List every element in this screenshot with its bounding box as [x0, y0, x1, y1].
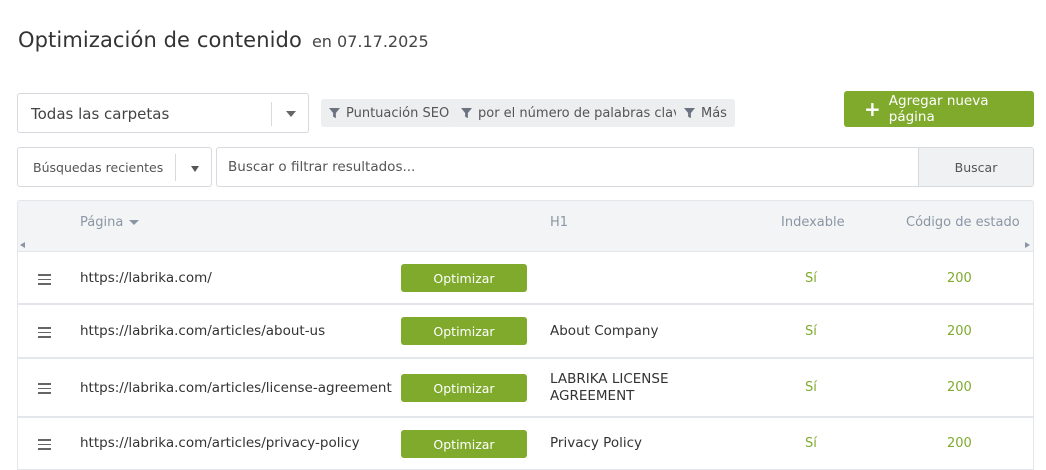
- plus-icon: +: [864, 97, 881, 121]
- folder-select-value: Todas las carpetas: [31, 105, 170, 123]
- row-url[interactable]: https://labrika.com/articles/license-agr…: [80, 380, 392, 396]
- add-page-label: Agregar nueva página: [888, 93, 989, 125]
- row-h1: LABRIKA LICENSE AGREEMENT: [550, 371, 669, 404]
- recent-searches-select[interactable]: Búsquedas recientes: [17, 147, 212, 187]
- filter-icon: [461, 107, 472, 118]
- chevron-down-icon[interactable]: [191, 166, 199, 172]
- search-button[interactable]: Buscar: [918, 148, 1033, 186]
- filter-keyword-count[interactable]: por el número de palabras clave: [453, 99, 697, 127]
- drag-handle-icon[interactable]: [38, 439, 51, 453]
- sort-desc-icon[interactable]: [129, 220, 140, 225]
- add-page-button[interactable]: + Agregar nueva página: [844, 91, 1034, 127]
- row-status-code: 200: [947, 324, 972, 339]
- row-url[interactable]: https://labrika.com/articles/privacy-pol…: [80, 435, 360, 451]
- filter-icon: [684, 107, 695, 118]
- table-row: https://labrika.com/articles/about-us Op…: [17, 304, 1034, 358]
- select-divider: [271, 102, 272, 126]
- filter-more[interactable]: Más: [676, 99, 735, 127]
- filter-seo-score-label: Puntuación SEO: [346, 105, 450, 121]
- page-title: Optimización de contenido: [18, 28, 302, 52]
- filter-more-label: Más: [701, 105, 727, 121]
- recent-searches-label: Búsquedas recientes: [33, 160, 164, 175]
- row-status-code: 200: [947, 436, 972, 451]
- row-status-code: 200: [947, 271, 972, 286]
- optimize-button[interactable]: Optimizar: [401, 264, 527, 292]
- row-indexable: Sí: [805, 380, 817, 395]
- drag-handle-icon[interactable]: [38, 383, 51, 397]
- row-status-code: 200: [947, 380, 972, 395]
- filter-seo-score[interactable]: Puntuación SEO: [321, 99, 458, 127]
- optimize-button[interactable]: Optimizar: [401, 374, 527, 402]
- scroll-left-icon[interactable]: [20, 242, 25, 248]
- column-header-page-label: Página: [80, 215, 124, 230]
- table-row: https://labrika.com/articles/privacy-pol…: [17, 417, 1034, 470]
- row-indexable: Sí: [805, 271, 817, 286]
- row-h1: About Company: [550, 323, 659, 339]
- column-header-page[interactable]: Página: [80, 215, 140, 230]
- report-date: en 07.17.2025: [311, 32, 429, 51]
- optimize-button[interactable]: Optimizar: [401, 430, 527, 458]
- table-row: https://labrika.com/ Optimizar Sí 200: [17, 251, 1034, 304]
- filter-icon: [329, 107, 340, 118]
- drag-handle-icon[interactable]: [38, 274, 51, 288]
- optimize-button[interactable]: Optimizar: [401, 317, 527, 345]
- filter-keyword-count-label: por el número de palabras clave: [478, 105, 689, 121]
- search-input[interactable]: [217, 148, 919, 186]
- search-bar: Buscar: [216, 147, 1034, 187]
- page-header: Optimización de contenido en 07.17.2025: [18, 28, 429, 52]
- row-url[interactable]: https://labrika.com/: [80, 270, 212, 286]
- scroll-right-icon[interactable]: [1025, 242, 1030, 248]
- chevron-down-icon[interactable]: [286, 111, 296, 117]
- drag-handle-icon[interactable]: [38, 327, 51, 341]
- column-header-status: Código de estado: [906, 215, 1020, 230]
- table-header: Página H1 Indexable Código de estado: [17, 200, 1034, 251]
- row-url[interactable]: https://labrika.com/articles/about-us: [80, 323, 325, 339]
- row-indexable: Sí: [805, 436, 817, 451]
- column-header-indexable: Indexable: [781, 215, 845, 230]
- column-header-h1: H1: [550, 215, 569, 230]
- select-divider: [175, 154, 176, 181]
- folder-select[interactable]: Todas las carpetas: [17, 93, 309, 133]
- row-h1: Privacy Policy: [550, 435, 643, 451]
- row-indexable: Sí: [805, 324, 817, 339]
- table-row: https://labrika.com/articles/license-agr…: [17, 358, 1034, 417]
